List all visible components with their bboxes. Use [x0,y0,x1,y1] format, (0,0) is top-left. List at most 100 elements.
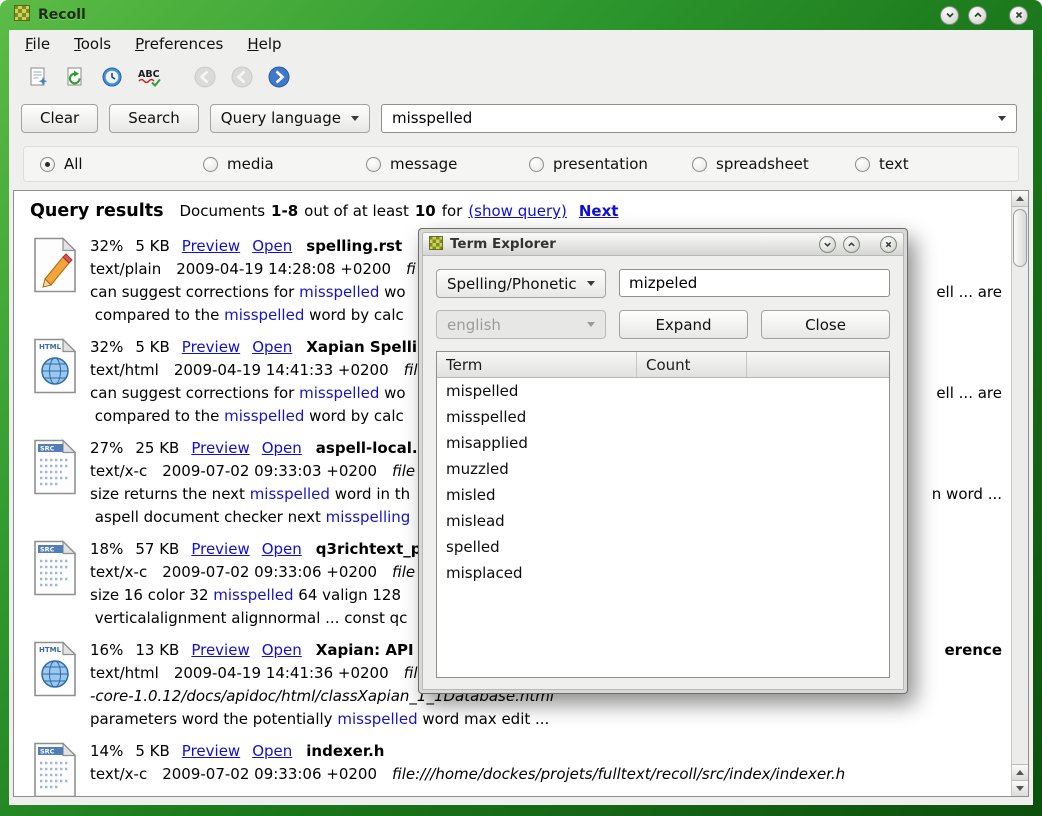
filter-message[interactable]: message [366,155,529,173]
prev-result-icon [227,62,257,92]
filter-media[interactable]: media [203,155,366,173]
svg-text:SRC: SRC [40,748,55,756]
highlight-term: misspelled [250,485,330,503]
open-link[interactable]: Open [262,641,302,659]
history-icon[interactable] [97,62,127,92]
dialog-title: Term Explorer [450,236,556,252]
search-button[interactable]: Search [109,104,199,133]
menu-preferences[interactable]: Preferences [135,35,223,53]
preview-link[interactable]: Preview [191,439,249,457]
maximize-icon[interactable] [968,6,987,25]
header-filler [747,352,889,377]
spellcheck-term-explorer-icon[interactable]: ABC [134,62,164,92]
filter-all[interactable]: All [40,155,203,173]
maximize-icon[interactable] [843,236,860,253]
close-icon[interactable] [880,236,897,253]
open-link[interactable]: Open [262,540,302,558]
radio-all-icon[interactable] [40,157,55,172]
expansion-mode-combo[interactable]: Spelling/Phonetic [436,269,606,298]
term-row[interactable]: misled [437,482,889,508]
close-button[interactable]: Close [761,310,890,339]
result-title: Xapian Spelli [306,338,417,356]
snippet-right-fragment: n word ... [932,483,1002,506]
minimize-icon[interactable] [940,6,959,25]
scrollbar-track[interactable] [1012,269,1028,764]
menu-file[interactable]: File [25,35,50,53]
chevron-down-icon [587,281,595,286]
close-icon[interactable] [1009,6,1028,25]
doc-date: 2009-07-02 09:33:06 +0200 [162,563,377,581]
term-explorer-dialog: Term Explorer Spelling/Phonetic english … [418,228,908,694]
term-column-header[interactable]: Term [437,352,637,377]
term-row[interactable]: spelled [437,534,889,560]
preview-link[interactable]: Preview [191,641,249,659]
scroll-down-icon[interactable] [1012,780,1028,796]
filter-text[interactable]: text [855,155,1018,173]
radio-media-icon[interactable] [203,157,218,172]
minimize-icon[interactable] [819,236,836,253]
toolbar: ABC [9,58,1033,96]
result-title-line: 14%5 KBPreviewOpenindexer.h [90,740,1002,763]
count-column-header[interactable]: Count [637,352,747,377]
radio-presentation-icon[interactable] [529,157,544,172]
term-row[interactable]: misspelled [437,404,889,430]
query-results-title: Query results [30,201,164,221]
chevron-down-icon [351,116,359,121]
snippet-right-fragment: ell ... are [936,281,1002,304]
titlebar: Recoll [0,0,1042,30]
open-link[interactable]: Open [252,742,292,760]
relevance-percent: 32% [90,237,123,255]
highlight-term: misspelled [224,306,304,324]
chevron-down-icon[interactable] [998,116,1006,121]
menu-tools[interactable]: Tools [74,35,111,53]
open-link[interactable]: Open [262,439,302,457]
recoll-window: Recoll File Tools Preferences Help ABC [0,0,1042,816]
open-link[interactable]: Open [252,237,292,255]
search-query-combobox[interactable]: misspelled [381,104,1017,133]
snippet-right-fragment: ell ... are [936,382,1002,405]
preview-link[interactable]: Preview [182,742,240,760]
mime-type: text/html [90,361,159,379]
results-scrollbar[interactable] [1011,191,1028,796]
clear-button[interactable]: Clear [21,104,98,133]
update-index-icon[interactable] [60,62,90,92]
preview-link[interactable]: Preview [191,540,249,558]
doc-size: 5 KB [135,338,169,356]
language-combo: english [436,310,606,339]
doc-url: file [392,563,415,581]
terms-table-header: Term Count [437,352,889,378]
open-link[interactable]: Open [252,338,292,356]
svg-text:SRC: SRC [40,445,55,453]
highlight-term: misspelled [299,283,379,301]
term-row[interactable]: misapplied [437,430,889,456]
next-link[interactable]: Next [579,202,619,220]
html-doc-icon: HTML [26,336,90,428]
terms-table-body: mispelledmisspelledmisappliedmuzzledmisl… [437,378,889,677]
scrollbar-thumb[interactable] [1013,209,1027,267]
menubar: File Tools Preferences Help [9,30,1033,58]
scroll-up-icon[interactable] [1012,191,1028,207]
filter-spreadsheet[interactable]: spreadsheet [692,155,855,173]
radio-text-icon[interactable] [855,157,870,172]
preview-link[interactable]: Preview [182,237,240,255]
expand-button[interactable]: Expand [619,310,748,339]
term-row[interactable]: misplaced [437,560,889,586]
term-row[interactable]: mislead [437,508,889,534]
filter-label: spreadsheet [716,155,809,173]
scroll-up-icon-bottom[interactable] [1012,764,1028,780]
query-language-combo[interactable]: Query language [210,104,370,133]
menu-help[interactable]: Help [247,35,281,53]
show-query-link[interactable]: (show query) [468,202,567,220]
result-title: Xapian: API [316,641,414,659]
term-row[interactable]: mispelled [437,378,889,404]
preview-link[interactable]: Preview [182,338,240,356]
radio-spreadsheet-icon[interactable] [692,157,707,172]
clear-search-icon[interactable] [23,62,53,92]
mime-type: text/x-c [90,563,147,581]
recoll-logo-icon [14,5,30,25]
filter-presentation[interactable]: presentation [529,155,692,173]
term-row[interactable]: muzzled [437,456,889,482]
next-page-icon[interactable] [264,62,294,92]
radio-message-icon[interactable] [366,157,381,172]
term-input[interactable] [619,269,890,297]
